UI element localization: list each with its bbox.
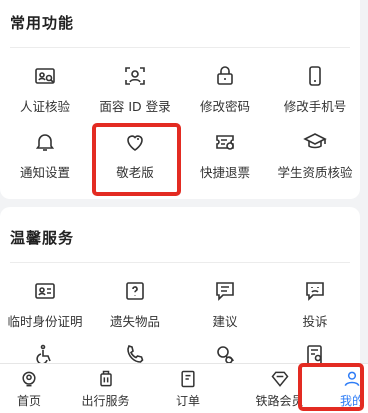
complaint-label: 投诉: [302, 314, 328, 329]
warm-services-grid: 临时身份证明 遗失物品 建议 投诉: [0, 271, 360, 337]
bottom-tab-bar: 首页 出行服务 订单 铁路会员 我的: [0, 363, 368, 413]
common-functions-grid: 人证核验 面容 ID 登录 修改密码 修改手机号 通知设置 敬老版 快捷退票 学…: [0, 56, 360, 188]
common-functions-title: 常用功能: [10, 14, 75, 32]
phone-call-icon: [127, 344, 144, 363]
id-card-icon: [31, 277, 59, 305]
id-verify-button[interactable]: 人证核验: [0, 56, 90, 122]
tab-railway-member[interactable]: 铁路会员: [223, 364, 336, 413]
face-id-login-label: 面容 ID 登录: [99, 99, 171, 114]
change-phone-label: 修改手机号: [283, 99, 347, 114]
tab-railway-member-label: 铁路会员: [255, 393, 304, 408]
notification-settings-label: 通知设置: [19, 165, 70, 180]
tab-home[interactable]: 首页: [0, 364, 58, 413]
ticket-refund-icon: [211, 128, 239, 156]
heart-icon: [121, 128, 149, 156]
tab-mine-label: 我的: [339, 393, 364, 408]
notification-settings-button[interactable]: 通知设置: [0, 122, 90, 188]
change-password-label: 修改密码: [199, 99, 250, 114]
suggestion-button[interactable]: 建议: [180, 271, 270, 337]
bell-icon: [31, 128, 59, 156]
question-box-icon: [121, 277, 149, 305]
order-icon: [181, 370, 195, 387]
complaint-button[interactable]: 投诉: [270, 271, 360, 337]
luggage-icon: [99, 370, 112, 386]
face-id-login-button[interactable]: 面容 ID 登录: [90, 56, 180, 122]
change-password-button[interactable]: 修改密码: [180, 56, 270, 122]
next-row-partial: [0, 339, 360, 363]
student-verify-button[interactable]: 学生资质核验: [270, 122, 360, 188]
divider: [10, 47, 350, 48]
id-verify-icon: [31, 62, 59, 90]
tab-travel-services[interactable]: 出行服务: [58, 364, 153, 413]
lock-icon: [211, 62, 239, 90]
diamond-icon: [271, 371, 288, 387]
phone-icon: [301, 62, 329, 90]
lost-items-button[interactable]: 遗失物品: [90, 271, 180, 337]
id-verify-label: 人证核验: [19, 99, 70, 114]
tab-orders-label: 订单: [175, 393, 200, 408]
graduation-cap-icon: [301, 128, 329, 156]
quick-refund-label: 快捷退票: [199, 165, 250, 180]
face-id-icon: [121, 62, 149, 90]
document-search-icon: [307, 345, 322, 363]
common-functions-card: 常用功能 人证核验 面容 ID 登录 修改密码 修改手机号 通知设置 敬老版 快…: [0, 0, 360, 199]
elder-mode-button[interactable]: 敬老版: [90, 122, 180, 188]
divider: [10, 262, 350, 263]
student-verify-label: 学生资质核验: [277, 165, 353, 180]
complaint-icon: [301, 277, 329, 305]
change-phone-button[interactable]: 修改手机号: [270, 56, 360, 122]
quick-refund-button[interactable]: 快捷退票: [180, 122, 270, 188]
home-icon: [22, 371, 36, 386]
temp-id-label: 临时身份证明: [7, 314, 83, 329]
tab-mine[interactable]: 我的: [336, 364, 368, 413]
suggestion-label: 建议: [212, 314, 238, 329]
service-icon: [217, 346, 234, 363]
elder-mode-label: 敬老版: [116, 165, 154, 180]
tab-orders[interactable]: 订单: [153, 364, 223, 413]
tab-travel-services-label: 出行服务: [81, 393, 130, 408]
tab-home-label: 首页: [16, 393, 41, 408]
temp-id-button[interactable]: 临时身份证明: [0, 271, 90, 337]
user-icon: [344, 371, 360, 386]
warm-services-title: 温馨服务: [10, 229, 75, 247]
wheelchair-icon: [36, 344, 51, 363]
lost-items-label: 遗失物品: [109, 314, 160, 329]
suggestion-icon: [211, 277, 239, 305]
